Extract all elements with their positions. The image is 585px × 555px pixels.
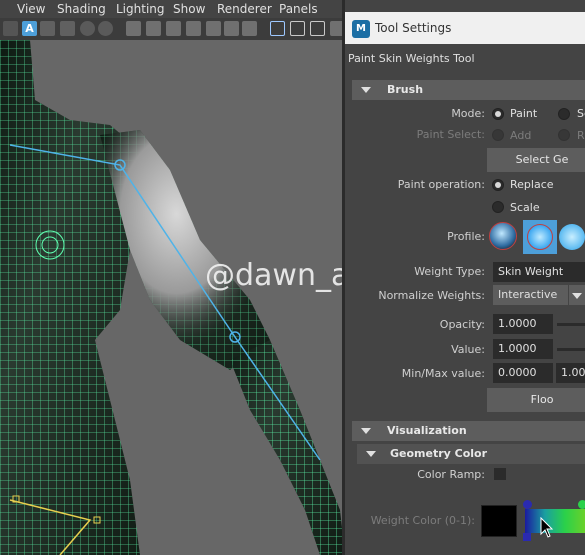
color-ramp-label: Color Ramp: xyxy=(417,468,485,481)
visualization-section-header[interactable]: Visualization xyxy=(352,421,585,441)
collapse-triangle-icon xyxy=(361,87,371,93)
profile-solid-button[interactable] xyxy=(559,224,585,250)
geometry-color-section-header[interactable]: Geometry Color xyxy=(357,444,585,464)
color-ramp-gradient[interactable] xyxy=(525,509,585,533)
ramp-handle-icon[interactable] xyxy=(523,533,531,541)
textured-icon[interactable] xyxy=(98,21,113,36)
normalize-weights-label: Normalize Weights: xyxy=(378,289,485,302)
value-slider[interactable] xyxy=(557,348,585,351)
menu-panels[interactable]: Panels xyxy=(279,2,318,16)
normalize-weights-dropdown[interactable]: Interactive xyxy=(493,285,568,305)
min-value-field[interactable]: 0.0000 xyxy=(493,363,553,383)
profile-label: Profile: xyxy=(447,230,485,243)
menu-renderer[interactable]: Renderer xyxy=(217,2,272,16)
viewport-3d[interactable]: @dawn_arc xyxy=(0,40,345,555)
tool-settings-titlebar[interactable]: M Tool Settings xyxy=(345,12,585,44)
value-label: Value: xyxy=(451,343,485,356)
ambient-occlusion-icon[interactable] xyxy=(224,21,239,36)
wireframe-icon[interactable] xyxy=(60,21,75,36)
paint-op-replace-radio[interactable] xyxy=(492,179,504,191)
light-icon[interactable] xyxy=(166,21,181,36)
watermark: @dawn_arc xyxy=(205,258,345,293)
mode-paint-label: Paint xyxy=(510,107,538,120)
attribute-icon[interactable]: A xyxy=(22,21,37,36)
grid-icon[interactable] xyxy=(40,21,55,36)
profile-gaussian-button[interactable] xyxy=(489,222,517,250)
paint-select-add-label: Add xyxy=(510,129,532,142)
paint-select-remove-radio[interactable] xyxy=(558,129,570,141)
weight-type-dropdown[interactable]: Skin Weight xyxy=(493,262,585,282)
opacity-field[interactable]: 1.0000 xyxy=(493,314,553,334)
select-geometry-button[interactable]: Select Ge xyxy=(487,148,585,172)
min-max-label: Min/Max value: xyxy=(401,367,485,380)
collapse-triangle-icon xyxy=(361,428,371,434)
menu-view[interactable]: View xyxy=(17,2,45,16)
paint-op-scale-radio[interactable] xyxy=(492,201,504,213)
character-mesh-render xyxy=(0,40,345,555)
weight-color-swatch[interactable] xyxy=(481,505,517,537)
mode-label: Mode: xyxy=(451,107,485,120)
shaded-icon[interactable] xyxy=(80,21,95,36)
film-gate-icon[interactable] xyxy=(146,21,161,36)
mode-select-radio[interactable] xyxy=(558,108,570,120)
weight-color-label: Weight Color (0-1): xyxy=(370,514,475,527)
opacity-slider[interactable] xyxy=(557,323,585,326)
grid-toggle-icon[interactable] xyxy=(270,21,285,36)
paint-op-scale-label: Scale xyxy=(510,201,540,214)
weight-type-label: Weight Type: xyxy=(414,265,485,278)
mode-select-label: Se xyxy=(577,107,585,120)
tool-name: Paint Skin Weights Tool xyxy=(348,52,475,65)
menu-shading[interactable]: Shading xyxy=(57,2,106,16)
collapse-triangle-icon xyxy=(366,451,376,457)
paint-select-remove-label: R xyxy=(577,129,585,142)
select-camera-icon[interactable] xyxy=(3,21,18,36)
paint-select-label: Paint Select: xyxy=(416,128,485,141)
paint-select-add-radio[interactable] xyxy=(492,129,504,141)
anti-alias-icon[interactable] xyxy=(242,21,257,36)
safe-frame-icon[interactable] xyxy=(310,21,325,36)
viewport-toolbar: A xyxy=(0,18,345,40)
camera-icon[interactable] xyxy=(126,21,141,36)
shadow-icon[interactable] xyxy=(186,21,201,36)
dropdown-arrow-icon[interactable] xyxy=(569,285,585,305)
mouse-cursor-icon xyxy=(540,517,554,538)
max-value-field[interactable]: 1.000 xyxy=(556,363,585,383)
menu-lighting[interactable]: Lighting xyxy=(116,2,165,16)
visualization-section-label: Visualization xyxy=(387,424,467,437)
opacity-label: Opacity: xyxy=(439,318,485,331)
geometry-color-section-label: Geometry Color xyxy=(390,447,488,460)
flood-button[interactable]: Floo xyxy=(487,388,585,412)
color-ramp-checkbox[interactable] xyxy=(494,468,506,480)
profile-soft-button[interactable] xyxy=(523,220,557,254)
xray-icon[interactable] xyxy=(206,21,221,36)
brush-section-label: Brush xyxy=(387,83,424,96)
menu-show[interactable]: Show xyxy=(173,2,205,16)
ramp-handle-icon[interactable] xyxy=(578,500,585,509)
paint-op-replace-label: Replace xyxy=(510,178,554,191)
value-field[interactable]: 1.0000 xyxy=(493,339,553,359)
paint-operation-label: Paint operation: xyxy=(397,178,485,191)
brush-section-header[interactable]: Brush xyxy=(352,80,585,100)
maya-icon: M xyxy=(352,20,370,38)
tool-settings-panel: M Tool Settings Paint Skin Weights Tool … xyxy=(345,12,585,555)
ramp-handle-icon[interactable] xyxy=(523,500,532,509)
resolution-gate-icon[interactable] xyxy=(290,21,305,36)
window-title: Tool Settings xyxy=(375,21,452,35)
mode-paint-radio[interactable] xyxy=(492,108,504,120)
